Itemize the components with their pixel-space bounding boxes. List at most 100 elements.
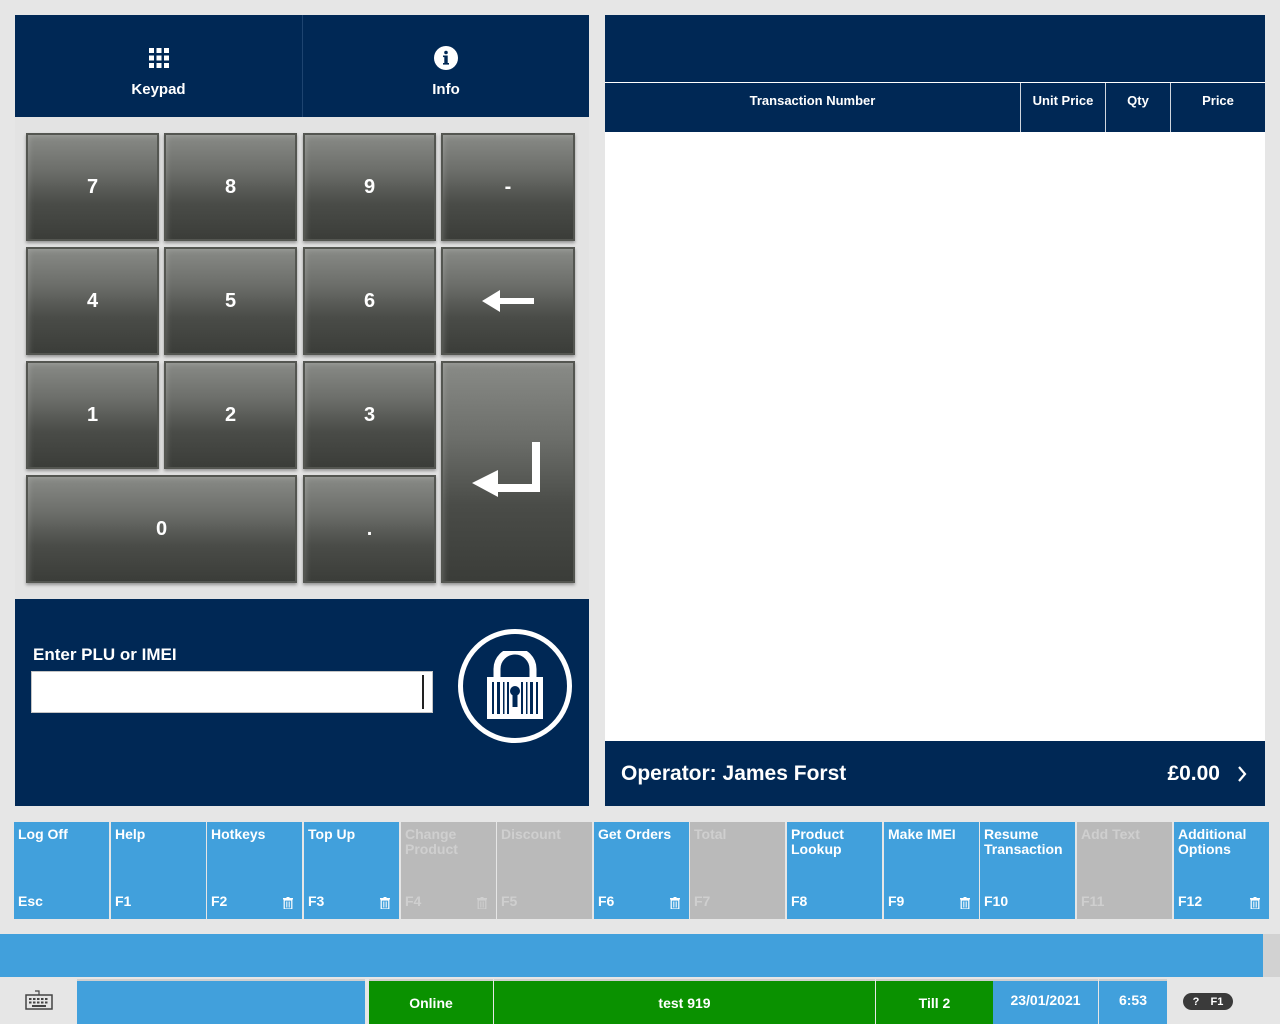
fkey-product-lookup[interactable]: Product Lookup F8 <box>787 822 882 919</box>
fkey-shortcut: F7 <box>694 893 711 909</box>
operator-name: Operator: James Forst <box>621 762 847 785</box>
fkey-label: Total <box>694 826 727 842</box>
transaction-panel: Transaction Number Unit Price Qty Price … <box>605 15 1265 806</box>
tab-keypad-label: Keypad <box>131 81 186 98</box>
barcode-lock-button[interactable] <box>458 629 572 743</box>
fkey-shortcut: F11 <box>1081 893 1105 909</box>
tab-bar: Keypad Info <box>15 15 589 131</box>
trash-icon <box>1250 897 1260 909</box>
plu-input[interactable] <box>31 671 433 713</box>
transaction-list[interactable] <box>605 132 1265 741</box>
key-6[interactable]: 6 <box>303 247 436 355</box>
status-message-area <box>77 979 365 1024</box>
transaction-header <box>605 15 1265 82</box>
fkey-shortcut: F3 <box>308 893 325 909</box>
transaction-column-headers: Transaction Number Unit Price Qty Price <box>605 83 1265 132</box>
fkey-discount: Discount F5 <box>497 822 592 919</box>
tab-info-label: Info <box>432 81 460 98</box>
key-5[interactable]: 5 <box>164 247 297 355</box>
left-panel: Keypad Info 7 8 9 - 4 5 6 1 2 3 0 . Ente… <box>15 15 589 806</box>
message-bar-scrollbar[interactable] <box>1263 934 1280 977</box>
column-price: Price <box>1170 83 1265 132</box>
fkey-label: Additional Options <box>1178 826 1247 857</box>
backspace-arrow-icon <box>482 290 534 312</box>
plu-label: Enter PLU or IMEI <box>33 645 177 664</box>
key-2[interactable]: 2 <box>164 361 297 469</box>
transaction-footer: Operator: James Forst £0.00 <box>605 741 1265 806</box>
fkey-make-imei[interactable]: Make IMEI F9 <box>884 822 979 919</box>
status-bar: Online test 919 Till 2 23/01/2021 6:53 ?… <box>0 977 1280 1024</box>
help-question-mark: ? <box>1192 995 1200 1008</box>
fkey-label: Top Up <box>308 826 356 842</box>
status-time: 6:53 <box>1099 979 1167 1024</box>
grid-icon <box>147 46 171 70</box>
tab-info[interactable]: Info <box>302 15 589 117</box>
status-date: 23/01/2021 <box>993 979 1098 1024</box>
text-caret <box>422 675 424 709</box>
keyboard-icon[interactable] <box>24 989 54 1013</box>
key-3[interactable]: 3 <box>303 361 436 469</box>
message-bar <box>0 934 1263 977</box>
column-transaction-number: Transaction Number <box>749 93 876 108</box>
function-key-bar: Log Off Esc Help F1 Hotkeys F2 Top Up F3… <box>14 822 1271 919</box>
fkey-label: Get Orders <box>598 826 672 842</box>
fkey-shortcut: F9 <box>888 893 905 909</box>
trash-icon <box>960 897 970 909</box>
info-icon <box>434 46 458 70</box>
fkey-total: Total F7 <box>690 822 785 919</box>
key-0[interactable]: 0 <box>26 475 297 583</box>
fkey-label: Help <box>115 826 146 842</box>
fkey-get-orders[interactable]: Get Orders F6 <box>594 822 689 919</box>
fkey-shortcut: F5 <box>501 893 518 909</box>
fkey-log-off[interactable]: Log Off Esc <box>14 822 109 919</box>
fkey-label: Add Text <box>1081 826 1140 842</box>
fkey-shortcut: F10 <box>984 893 1009 909</box>
fkey-add-text: Add Text F11 <box>1077 822 1172 919</box>
barcode-lock-icon <box>487 651 543 719</box>
fkey-shortcut: F6 <box>598 893 615 909</box>
fkey-label: Log Off <box>18 826 68 842</box>
fkey-hotkeys[interactable]: Hotkeys F2 <box>207 822 302 919</box>
key-4[interactable]: 4 <box>26 247 159 355</box>
status-till: Till 2 <box>876 979 993 1024</box>
status-connection: Online <box>369 979 493 1024</box>
fkey-top-up[interactable]: Top Up F3 <box>304 822 399 919</box>
fkey-shortcut: Esc <box>18 893 43 909</box>
fkey-label: Change Product <box>405 826 458 857</box>
trash-icon <box>477 897 487 909</box>
trash-icon <box>283 897 293 909</box>
enter-arrow-icon <box>472 442 540 497</box>
keypad: 7 8 9 - 4 5 6 1 2 3 0 . <box>15 117 589 599</box>
trash-icon <box>670 897 680 909</box>
fkey-label: Resume Transaction <box>984 826 1063 857</box>
fkey-shortcut: F12 <box>1178 893 1203 909</box>
fkey-help[interactable]: Help F1 <box>111 822 206 919</box>
transaction-total: £0.00 <box>1167 762 1220 785</box>
tab-keypad[interactable]: Keypad <box>15 15 302 131</box>
trash-icon <box>380 897 390 909</box>
key-minus[interactable]: - <box>441 133 575 241</box>
fkey-resume-transaction[interactable]: Resume Transaction F10 <box>980 822 1075 919</box>
fkey-change-product: Change Product F4 <box>401 822 496 919</box>
column-qty: Qty <box>1105 83 1170 132</box>
fkey-shortcut: F4 <box>405 893 422 909</box>
key-1[interactable]: 1 <box>26 361 159 469</box>
status-user: test 919 <box>494 979 875 1024</box>
key-8[interactable]: 8 <box>164 133 297 241</box>
fkey-shortcut: F1 <box>115 893 132 909</box>
key-decimal[interactable]: . <box>303 475 436 583</box>
help-shortcut-button[interactable]: ? F1 <box>1183 993 1233 1010</box>
fkey-label: Product Lookup <box>791 826 844 857</box>
chevron-right-icon[interactable] <box>1237 765 1247 788</box>
key-7[interactable]: 7 <box>26 133 159 241</box>
key-enter[interactable] <box>441 361 575 583</box>
plu-entry-panel: Enter PLU or IMEI <box>15 599 589 806</box>
fkey-label: Hotkeys <box>211 826 266 842</box>
help-key-label: F1 <box>1210 995 1224 1008</box>
key-backspace[interactable] <box>441 247 575 355</box>
key-9[interactable]: 9 <box>303 133 436 241</box>
fkey-label: Make IMEI <box>888 826 956 842</box>
fkey-shortcut: F2 <box>211 893 228 909</box>
column-unit-price: Unit Price <box>1020 83 1105 132</box>
fkey-additional-options[interactable]: Additional Options F12 <box>1174 822 1269 919</box>
